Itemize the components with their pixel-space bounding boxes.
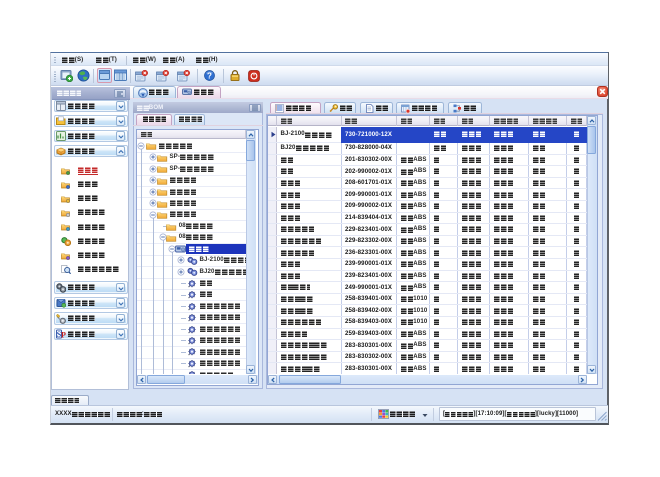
svg-text:P: P bbox=[61, 331, 66, 340]
svg-text:?: ? bbox=[207, 72, 212, 81]
